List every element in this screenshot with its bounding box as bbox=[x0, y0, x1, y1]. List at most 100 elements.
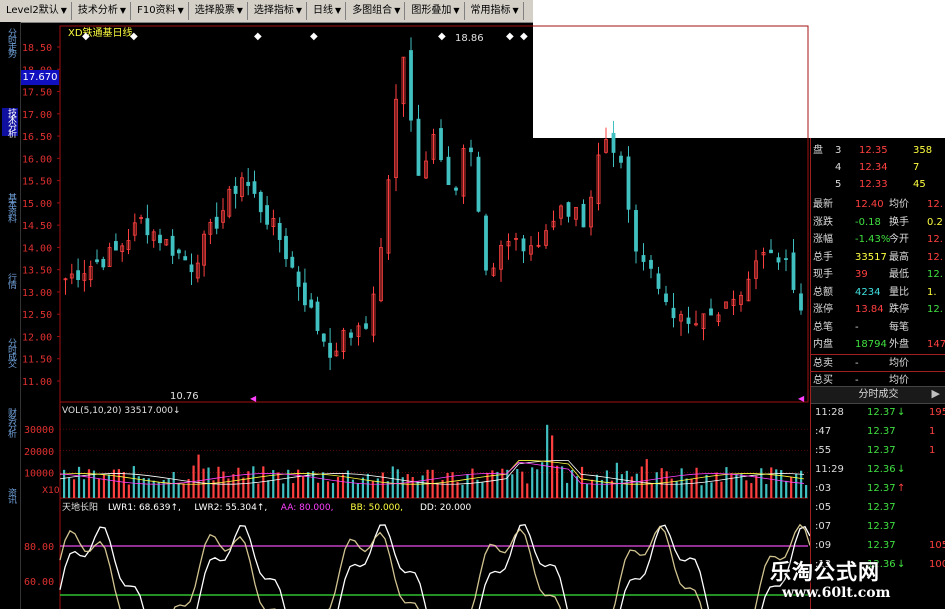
order-book-side: 盘 bbox=[813, 145, 823, 156]
volume-bar bbox=[805, 484, 808, 498]
tick-list-header[interactable]: 分时成交 bbox=[811, 386, 945, 404]
volume-bar bbox=[516, 469, 519, 498]
volume-bar bbox=[361, 477, 364, 498]
volume-bar bbox=[152, 480, 155, 498]
candle bbox=[709, 308, 713, 316]
volume-bar bbox=[536, 469, 539, 498]
candle bbox=[158, 234, 162, 244]
quote-stat-l1: 最新 bbox=[813, 199, 833, 210]
volume-bar bbox=[346, 470, 350, 498]
volume-bar bbox=[635, 473, 638, 498]
volume-bar bbox=[307, 472, 310, 498]
candle bbox=[246, 181, 251, 186]
nav-tab-5[interactable]: 财务分析 bbox=[2, 408, 18, 436]
quote-stat-l2: 最低 bbox=[889, 269, 909, 280]
candle bbox=[277, 222, 282, 240]
volume-bar bbox=[790, 477, 793, 498]
tick-price: 12.37 bbox=[867, 445, 896, 456]
candle bbox=[364, 323, 368, 329]
toolbar-button-label: Level2默认 bbox=[6, 5, 59, 16]
toolbar-button-label: 选择股票 bbox=[194, 5, 235, 16]
volume-bar bbox=[242, 477, 245, 498]
volume-bar bbox=[411, 476, 414, 498]
volume-bars bbox=[63, 424, 808, 498]
candle bbox=[416, 118, 421, 176]
toolbar-button-6[interactable]: 多图组合 ▼ bbox=[348, 2, 406, 20]
tick-arrow: ↓ bbox=[897, 407, 906, 418]
volume-bar bbox=[595, 474, 599, 498]
candle bbox=[258, 191, 263, 213]
quote-stat-row: 总笔 - 每笔 bbox=[811, 319, 945, 336]
signal-marker-icon: ◆ bbox=[130, 31, 138, 42]
order-book-row: 4 12.34 7 bbox=[811, 159, 945, 176]
volume-bar bbox=[710, 482, 713, 498]
toolbar-button-7[interactable]: 图形叠加 ▼ bbox=[407, 2, 465, 20]
volume-bar bbox=[521, 471, 524, 498]
chart-area[interactable]: 18.5018.0017.5017.0016.5016.0015.5015.00… bbox=[20, 22, 810, 609]
candle bbox=[776, 257, 781, 263]
signal-marker-icon: ◆ bbox=[82, 31, 90, 42]
toolbar-button-0[interactable]: Level2默认 ▼ bbox=[2, 2, 72, 20]
volume-axis-tick: 20000 bbox=[24, 447, 54, 458]
dropdown-arrow-icon: ▼ bbox=[295, 6, 303, 15]
volume-bar bbox=[511, 474, 514, 498]
scroll-arrow-icon: ◀ bbox=[798, 394, 805, 403]
signal-marker-icon: ◆ bbox=[254, 31, 262, 42]
volume-bar bbox=[700, 485, 703, 498]
volume-bar bbox=[292, 483, 295, 498]
indicator-legend-part: BB: 50.000, bbox=[350, 503, 403, 513]
expand-arrow-icon[interactable]: ▶ bbox=[932, 387, 940, 400]
nav-tab-6[interactable]: 资讯 bbox=[2, 488, 18, 502]
candle bbox=[566, 202, 571, 217]
tick-time: :47 bbox=[815, 426, 832, 437]
candle bbox=[439, 128, 443, 161]
volume-bar bbox=[565, 482, 569, 498]
nav-tab-0[interactable]: 分时走势 bbox=[2, 28, 18, 56]
toolbar-button-1[interactable]: 技术分析 ▼ bbox=[74, 2, 132, 20]
toolbar-button-4[interactable]: 选择指标 ▼ bbox=[250, 2, 308, 20]
volume-bar bbox=[556, 465, 559, 498]
volume-bar bbox=[272, 470, 275, 498]
toolbar-button-label: F10资料 bbox=[137, 5, 176, 16]
order-book-level: 5 bbox=[835, 179, 842, 190]
volume-bar bbox=[765, 484, 768, 498]
nav-tab-4[interactable]: 分时成交 bbox=[2, 338, 18, 366]
price-axis-tick: 14.50 bbox=[22, 221, 52, 232]
tick-time: :03 bbox=[815, 483, 832, 494]
volume-bar bbox=[177, 483, 180, 498]
candle bbox=[634, 210, 638, 252]
toolbar-button-label: 常用指标 bbox=[470, 5, 511, 16]
volume-bar bbox=[600, 479, 604, 498]
volume-bar bbox=[655, 472, 658, 498]
toolbar-button-5[interactable]: 日线 ▼ bbox=[309, 2, 347, 20]
signal-marker-icon: ◆ bbox=[310, 31, 318, 42]
candle bbox=[476, 156, 481, 212]
dropdown-arrow-icon: ▼ bbox=[512, 6, 519, 15]
nav-tab-2[interactable]: 基本资料 bbox=[2, 193, 18, 221]
toolbar-button-2[interactable]: F10资料 ▼ bbox=[133, 2, 189, 20]
volume-bar bbox=[466, 474, 469, 498]
quote-stat-l2: 每笔 bbox=[889, 321, 909, 333]
volume-bar bbox=[247, 471, 250, 498]
watermark: 乐淘公式网 www.60lt.com bbox=[760, 550, 945, 609]
tick-time: 11:29 bbox=[815, 464, 844, 475]
order-book-vol: 45 bbox=[913, 179, 926, 190]
volume-legend: VOL(5,10,20) 33517.000↓ bbox=[62, 406, 181, 416]
dropdown-arrow-icon: ▼ bbox=[177, 6, 184, 15]
dropdown-arrow-icon: ▼ bbox=[453, 6, 460, 15]
volume-bar bbox=[122, 471, 125, 498]
nav-tab-3[interactable]: 行情 bbox=[2, 273, 18, 287]
toolbar-button-8[interactable]: 常用指标 ▼ bbox=[467, 2, 524, 20]
candle bbox=[769, 249, 773, 254]
quote-stat-l1: 涨幅 bbox=[813, 234, 833, 245]
candle bbox=[469, 147, 473, 153]
tick-row: 11:29 12.36 ↓ bbox=[811, 461, 945, 478]
toolbar-button-3[interactable]: 选择股票 ▼ bbox=[191, 2, 248, 20]
volume-bar bbox=[197, 454, 200, 498]
dropdown-arrow-icon: ▼ bbox=[60, 6, 67, 15]
quote-stat-row: 内盘 18794 外盘 147 bbox=[811, 336, 945, 353]
quote-stat-l2: 最高 bbox=[889, 251, 909, 263]
volume-bar bbox=[237, 467, 240, 498]
nav-tab-1[interactable]: 技术分析 bbox=[2, 108, 18, 136]
volume-bar bbox=[785, 480, 788, 498]
